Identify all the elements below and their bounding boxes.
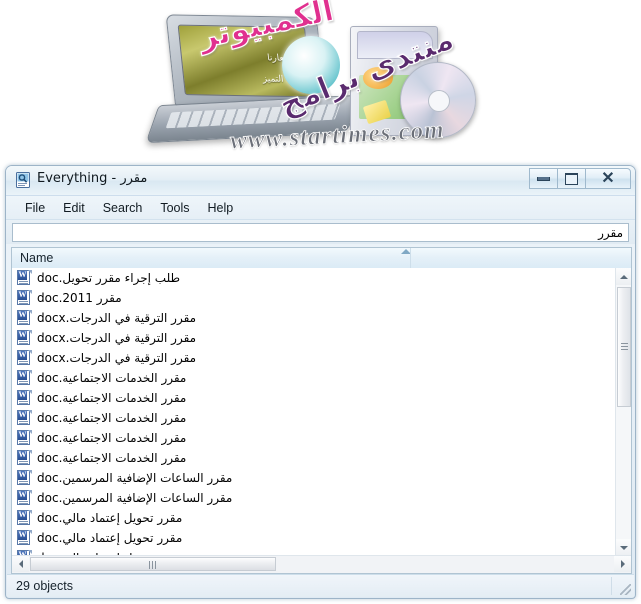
site-banner: شعارنا التميز الكمبيوتر منتدى برامج www.… [0,0,641,162]
maximize-icon [565,172,578,185]
scroll-down-icon [620,545,628,550]
column-header-name[interactable]: Name [20,251,53,265]
row-filename: مقرر الخدمات الاجتماعية.doc [37,391,187,405]
horizontal-scrollbar[interactable] [12,555,631,573]
table-row[interactable]: W مقرر الترقية في الدرجات.docx [12,328,615,348]
table-row[interactable]: W مقرر الخدمات الاجتماعية.doc [12,408,615,428]
table-row[interactable]: W مقرر الخدمات الاجتماعية.doc [12,388,615,408]
scroll-right-icon [620,560,625,568]
banner-artwork: شعارنا التميز الكمبيوتر منتدى برامج www.… [145,0,490,159]
close-icon: ✕ [601,169,615,187]
scroll-grip-icon [621,343,628,350]
vertical-scrollbar[interactable] [615,268,631,556]
status-divider [611,577,612,595]
minimize-button[interactable] [529,168,558,189]
scroll-up-icon [620,274,628,279]
everything-window: مقرر - Everything ✕ File Edit Search Too… [5,165,636,599]
window-titlebar[interactable]: مقرر - Everything ✕ [6,166,635,196]
menu-bar: File Edit Search Tools Help [6,196,635,220]
vertical-scroll-thumb[interactable] [617,287,631,407]
table-row[interactable]: W مقرر الترقية في الدرجات.docx [12,348,615,368]
minimize-icon [537,176,550,181]
row-filename: مقرر الساعات الإضافية المرسمين.doc [37,471,233,485]
table-row[interactable]: W مقرر الخدمات الاجتماعية.doc [12,448,615,468]
row-filename: مقرر الخدمات الاجتماعية.doc [37,411,187,425]
row-filename: مقرر تحويل إعتماد مالي.doc [37,511,183,525]
word-doc-icon: W [17,290,32,306]
scroll-up-button[interactable] [616,268,631,285]
row-filename: مقرر الترقية في الدرجات.docx [37,311,197,325]
results-list: Name W طلب إجراء مقرر تحويل.doc W مقرر 2… [11,247,632,574]
word-doc-icon: W [17,390,32,406]
screenshot-root: شعارنا التميز الكمبيوتر منتدى برامج www.… [0,0,641,604]
close-button[interactable]: ✕ [585,168,631,189]
word-doc-icon: W [17,510,32,526]
row-filename: مقرر الترقية في الدرجات.docx [37,351,197,365]
row-filename: مقرر الساعات الإضافية المرسمين.doc [37,491,233,505]
word-doc-icon: W [17,330,32,346]
maximize-button[interactable] [557,168,586,189]
word-doc-icon: W [17,530,32,546]
scroll-down-button[interactable] [616,539,631,556]
status-bar: 29 objects [7,574,634,597]
column-header-row: Name [12,248,631,269]
search-input[interactable] [12,223,629,242]
menu-item-file[interactable]: File [16,199,54,217]
horizontal-scroll-thumb[interactable] [30,557,276,571]
row-filename: مقرر الخدمات الاجتماعية.doc [37,431,187,445]
results-rows: W طلب إجراء مقرر تحويل.doc W مقرر 2011.d… [12,268,615,556]
word-doc-icon: W [17,270,32,286]
status-object-count: 29 objects [16,579,73,593]
column-divider[interactable] [410,248,411,268]
row-filename: طلب إجراء مقرر تحويل.doc [37,271,181,285]
window-title: مقرر - Everything [37,171,148,186]
table-row[interactable]: W مقرر الخدمات الاجتماعية.doc [12,428,615,448]
window-controls: ✕ [529,168,631,189]
word-doc-icon: W [17,430,32,446]
table-row[interactable]: W مقرر 2011.doc [12,288,615,308]
table-row[interactable]: W مقرر الساعات الإضافية المرسمين.doc [12,488,615,508]
word-doc-icon: W [17,370,32,386]
table-row[interactable]: W طلب إجراء مقرر تحويل.doc [12,268,615,288]
menu-item-tools[interactable]: Tools [151,199,198,217]
scroll-grip-icon [149,561,157,569]
laptop-screen-text-2: التميز [262,74,285,85]
menu-item-help[interactable]: Help [199,199,243,217]
menu-item-search[interactable]: Search [94,199,152,217]
row-filename: مقرر تحويل إعتماد مالي.doc [37,531,183,545]
scroll-left-icon [18,560,23,568]
row-filename: مقرر الخدمات الاجتماعية.doc [37,371,187,385]
word-doc-icon: W [17,490,32,506]
word-doc-icon: W [17,310,32,326]
row-filename: مقرر الخدمات الاجتماعية.doc [37,451,187,465]
table-row[interactable]: W مقرر الساعات الإضافية المرسمين.doc [12,468,615,488]
row-filename: مقرر 2011.doc [37,291,122,305]
word-doc-icon: W [17,470,32,486]
word-doc-icon: W [17,410,32,426]
table-row[interactable]: W مقرر تحويل إعتماد مالي.doc [12,508,615,528]
word-doc-icon: W [17,350,32,366]
menu-item-edit[interactable]: Edit [54,199,94,217]
word-doc-icon: W [17,450,32,466]
row-filename: مقرر الترقية في الدرجات.docx [37,331,197,345]
resize-grip-icon[interactable] [620,584,631,595]
scroll-left-button[interactable] [12,556,29,572]
search-row [6,220,635,244]
table-row[interactable]: W مقرر تحويل إعتماد مالي.doc [12,528,615,548]
table-row[interactable]: W مقرر الخدمات الاجتماعية.doc [12,368,615,388]
table-row[interactable]: W مقرر الترقية في الدرجات.docx [12,308,615,328]
everything-app-icon [16,172,30,188]
scroll-right-button[interactable] [614,556,631,572]
